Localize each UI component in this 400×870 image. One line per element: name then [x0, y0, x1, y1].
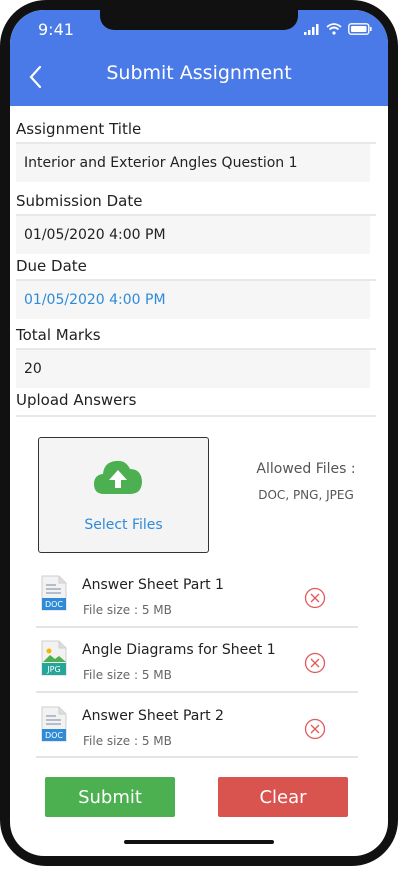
file-type-label: JPG	[46, 665, 60, 674]
list-item: DOC Answer Sheet Part 2 File size : 5 MB	[36, 706, 358, 770]
due-date-field[interactable]: 01/05/2020 4:00 PM	[16, 281, 370, 319]
assignment-title-label: Assignment Title	[16, 120, 142, 138]
list-item: DOC Answer Sheet Part 1 File size : 5 MB	[36, 575, 358, 639]
divider	[36, 626, 358, 628]
battery-icon	[348, 23, 372, 35]
notch	[100, 10, 298, 30]
submit-button[interactable]: Submit	[45, 777, 175, 817]
submission-date-label: Submission Date	[16, 192, 143, 210]
screen: 9:41 Submit Assignment Assignment Title …	[10, 10, 388, 856]
assignment-title-field[interactable]: Interior and Exterior Angles Question 1	[16, 144, 370, 182]
select-files-label: Select Files	[84, 517, 163, 533]
divider	[16, 415, 376, 417]
status-icons	[304, 23, 372, 35]
wifi-icon	[326, 23, 342, 35]
file-type-label: DOC	[45, 731, 63, 740]
allowed-files-label: Allowed Files :	[256, 461, 356, 477]
file-size: File size : 5 MB	[83, 734, 172, 748]
jpg-file-icon: JPG	[41, 640, 67, 676]
home-indicator	[124, 840, 274, 844]
upload-answers-label: Upload Answers	[16, 391, 137, 409]
file-name: Answer Sheet Part 2	[82, 708, 224, 724]
doc-file-icon: DOC	[41, 575, 67, 611]
file-name: Angle Diagrams for Sheet 1	[82, 642, 276, 658]
total-marks-label: Total Marks	[16, 326, 101, 344]
list-item: JPG Angle Diagrams for Sheet 1 File size…	[36, 640, 358, 704]
allowed-file-types: DOC, PNG, JPEG	[258, 488, 354, 502]
select-files-button[interactable]: Select Files	[38, 437, 209, 553]
remove-file-icon[interactable]	[304, 587, 326, 609]
file-name: Answer Sheet Part 1	[82, 577, 224, 593]
remove-file-icon[interactable]	[304, 652, 326, 674]
clear-button[interactable]: Clear	[218, 777, 348, 817]
page-title: Submit Assignment	[106, 62, 292, 84]
due-date-label: Due Date	[16, 257, 87, 275]
divider	[36, 756, 358, 758]
file-size: File size : 5 MB	[83, 668, 172, 682]
divider	[36, 691, 358, 693]
total-marks-field[interactable]: 20	[16, 350, 370, 388]
file-size: File size : 5 MB	[83, 603, 172, 617]
status-time: 9:41	[38, 20, 74, 39]
submission-date-field[interactable]: 01/05/2020 4:00 PM	[16, 216, 370, 254]
doc-file-icon: DOC	[41, 706, 67, 742]
phone-frame: 9:41 Submit Assignment Assignment Title …	[0, 0, 398, 866]
cloud-upload-icon	[94, 460, 142, 494]
file-type-label: DOC	[45, 600, 63, 609]
signal-icon	[304, 23, 319, 35]
remove-file-icon[interactable]	[304, 718, 326, 740]
